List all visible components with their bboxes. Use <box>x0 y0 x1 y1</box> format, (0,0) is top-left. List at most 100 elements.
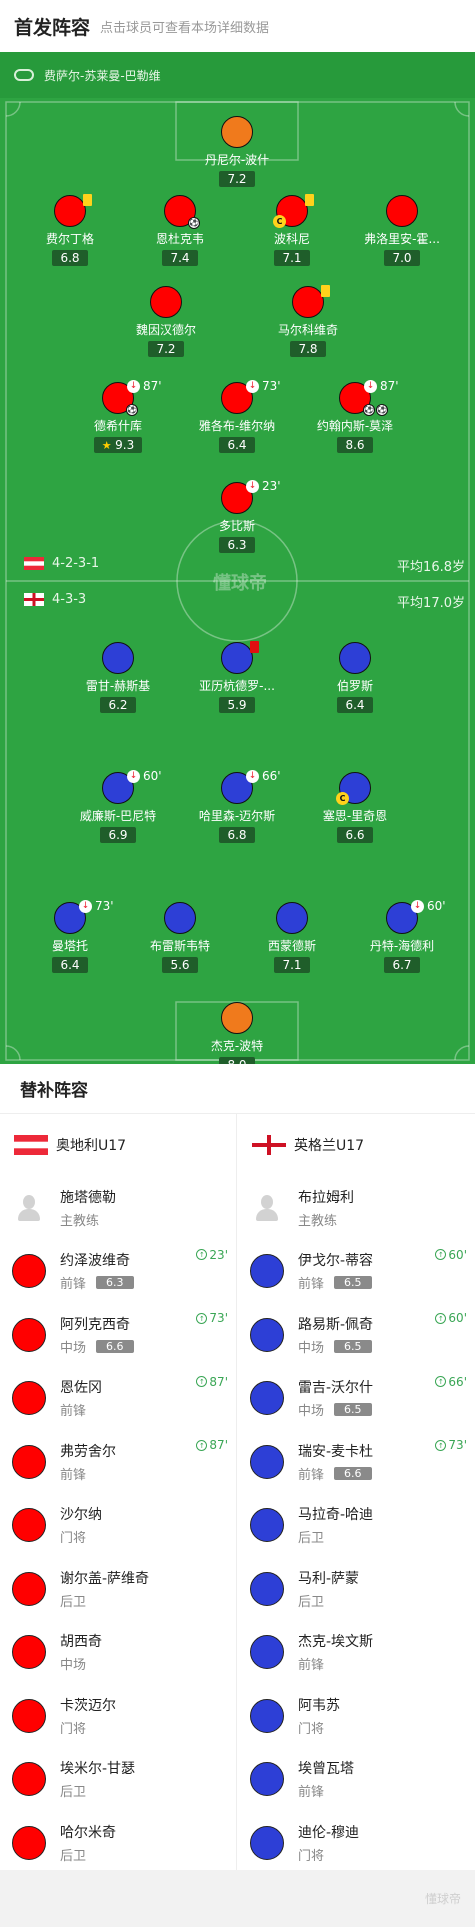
away-player[interactable]: ↓ 60' 威廉斯-巴尼特 6.9 <box>58 769 178 843</box>
player-jersey-dot <box>12 1254 46 1289</box>
coach-avatar-icon <box>12 1191 46 1225</box>
player-rating-value: 9.3 <box>115 438 135 452</box>
player-jersey-dot <box>250 1317 284 1352</box>
substitute-row[interactable]: 马利-萨蒙后卫 <box>238 1557 475 1621</box>
substitute-row[interactable]: 恩佐冈 前锋 ↑ 87' <box>0 1367 236 1431</box>
substitute-position: 门将 <box>298 1721 325 1737</box>
player-jersey-dot <box>276 902 308 934</box>
substitute-row[interactable]: 瑞安-麦卡杜 前锋 6.6 ↑ 73' <box>238 1430 475 1494</box>
substitute-row[interactable]: 迪伦-穆迪 门将 <box>238 1811 475 1875</box>
player-rating: ★ 9.3 <box>93 437 143 453</box>
home-player[interactable]: 弗洛里安-霍... 7.0 <box>342 195 462 266</box>
player-rating-value: 7.4 <box>170 251 190 265</box>
home-player[interactable]: 丹尼尔-波什 7.2 <box>177 116 297 187</box>
sub-out-minute: 73' <box>95 899 114 913</box>
player-jersey-dot: ↓ 60' <box>102 769 162 804</box>
player-rating: 6.8 <box>52 250 88 266</box>
home-player[interactable]: 费尔丁格 6.8 <box>10 194 130 266</box>
player-name: 恩杜克韦 <box>155 232 204 246</box>
home-formation-text: 4-2-3-1 <box>52 556 100 571</box>
center-watermark: 懂球帝 <box>213 573 267 594</box>
player-jersey-dot <box>12 1381 46 1416</box>
home-avg-age: 平均16.8岁 <box>397 560 465 575</box>
goal-ball-icon: ⚽ <box>376 404 388 416</box>
sub-in-minute: 60' <box>448 1247 467 1262</box>
away-player[interactable]: ↓ 66' 哈里森-迈尔斯 6.8 <box>177 769 297 843</box>
substitute-row[interactable]: 哈尔米奇 后卫 <box>0 1811 236 1875</box>
substitute-position-line: 门将 <box>60 1527 102 1546</box>
substitute-row[interactable]: 阿韦苏 门将 <box>238 1684 475 1748</box>
substitute-row[interactable]: 雷吉-沃尔什 中场 6.5 ↑ 66' <box>238 1367 475 1431</box>
substitute-position-line: 前锋 6.5 <box>298 1273 373 1292</box>
coach-role: 主教练 <box>298 1213 338 1229</box>
substitute-row[interactable]: 阿列克西奇 中场 6.6 ↑ 73' <box>0 1303 236 1367</box>
home-player[interactable]: ⚽ 恩杜克韦 7.4 <box>120 195 240 266</box>
player-rating: 8.0 <box>219 1057 255 1064</box>
referee-bar: 费萨尔-苏莱曼-巴勒维 <box>0 52 475 98</box>
away-player[interactable]: 雷甘-赫斯基 6.2 <box>58 642 178 713</box>
home-player[interactable]: ↓ 23' 多比斯 6.3 <box>177 479 297 553</box>
player-jersey-dot <box>102 642 134 674</box>
home-player[interactable]: 马尔科维奇 7.8 <box>248 285 368 357</box>
home-coach-row[interactable]: 施塔德勒 主教练 <box>0 1176 236 1240</box>
substitute-row[interactable]: 弗劳舍尔 前锋 ↑ 87' <box>0 1430 236 1494</box>
substitute-position: 前锋 <box>298 1785 325 1801</box>
away-player[interactable]: 杰克-波特 8.0 <box>177 1002 297 1064</box>
player-name: 伯罗斯 <box>336 679 373 693</box>
player-name: 亚历杭德罗-... <box>199 679 275 693</box>
away-player[interactable]: 西蒙德斯 7.1 <box>232 902 352 973</box>
sub-out-minute: 87' <box>143 379 162 393</box>
substitute-rating: 6.6 <box>334 1466 372 1480</box>
substitute-row[interactable]: 马拉奇-哈迪 后卫 <box>238 1494 475 1558</box>
sub-out-indicator: ↓ 23' <box>246 479 281 493</box>
player-name: 布雷斯韦特 <box>149 939 210 953</box>
red-card-icon <box>250 641 259 653</box>
away-coach-row[interactable]: 布拉姆利 主教练 <box>238 1176 475 1240</box>
substitute-name: 雷吉-沃尔什 <box>298 1380 374 1397</box>
player-name: 威廉斯-巴尼特 <box>79 809 157 823</box>
sub-out-arrow-icon: ↓ <box>127 379 140 393</box>
substitute-row[interactable]: 伊戈尔-蒂容 前锋 6.5 ↑ 60' <box>238 1240 475 1304</box>
substitutes-section: 替补阵容 奥地利U17 施塔德勒 主教练 约泽波维奇 前锋 6.3 ↑ 23' 阿列克西奇… <box>0 1064 475 1927</box>
substitute-row[interactable]: 卡茨迈尔 门将 <box>0 1684 236 1748</box>
substitute-row[interactable]: 杰克-埃文斯 前锋 <box>238 1621 475 1685</box>
player-rating: 7.4 <box>162 250 198 266</box>
substitute-name: 伊戈尔-蒂容 <box>298 1253 374 1270</box>
sub-out-indicator: ↓ 60' <box>411 899 446 913</box>
away-player[interactable]: 布雷斯韦特 5.6 <box>120 902 240 973</box>
away-player[interactable]: ↓ 60' 丹特-海德利 6.7 <box>342 899 462 973</box>
away-player[interactable]: 伯罗斯 6.4 <box>295 642 415 713</box>
substitute-name: 瑞安-麦卡杜 <box>298 1443 374 1460</box>
away-player[interactable]: C 塞思-里奇恩 6.6 <box>295 772 415 843</box>
player-jersey-dot <box>250 1635 284 1670</box>
home-player[interactable]: 魏因汉德尔 7.2 <box>106 286 226 357</box>
sub-out-indicator: ↓ 73' <box>246 379 281 393</box>
home-player[interactable]: ↓ 73' 雅各布-维尔纳 6.4 <box>177 379 297 453</box>
goal-ball-icon: ⚽ <box>188 217 200 229</box>
home-player[interactable]: ⚽ ↓ 87' 德希什库 ★ 9.3 <box>58 379 178 453</box>
substitute-position-line: 前锋 <box>60 1400 102 1419</box>
away-player[interactable]: ↓ 73' 曼塔托 6.4 <box>10 899 130 973</box>
player-jersey-dot: ↓ 73' <box>221 379 281 414</box>
substitute-position: 前锋 <box>60 1404 87 1420</box>
substitute-position-line: 前锋 6.3 <box>60 1273 134 1292</box>
substitute-row[interactable]: 约泽波维奇 前锋 6.3 ↑ 23' <box>0 1240 236 1304</box>
substitute-position: 后卫 <box>298 1594 325 1610</box>
substitute-name: 埃米尔-甘瑟 <box>60 1761 136 1778</box>
substitute-row[interactable]: 埃曾瓦塔 前锋 <box>238 1748 475 1812</box>
substitute-row[interactable]: 胡西奇 中场 <box>0 1621 236 1685</box>
coach-name: 施塔德勒 <box>60 1189 116 1206</box>
substitute-row[interactable]: 沙尔纳 门将 <box>0 1494 236 1558</box>
substitute-position-line: 后卫 <box>60 1591 149 1610</box>
substitute-row[interactable]: 埃米尔-甘瑟 后卫 <box>0 1748 236 1812</box>
substitute-position: 前锋 <box>60 1277 87 1293</box>
substitute-rating: 6.5 <box>334 1403 372 1417</box>
substitute-name: 谢尔盖-萨维奇 <box>60 1570 150 1587</box>
substitute-name: 沙尔纳 <box>60 1507 102 1524</box>
home-player[interactable]: ⚽ ⚽ ↓ 87' 约翰内斯-莫泽 8.6 <box>295 379 415 453</box>
substitute-row[interactable]: 谢尔盖-萨维奇 后卫 <box>0 1557 236 1621</box>
home-player[interactable]: C 波科尼 7.1 <box>232 194 352 266</box>
away-player[interactable]: 亚历杭德罗-... 5.9 <box>177 641 297 713</box>
substitute-name: 马利-萨蒙 <box>298 1570 360 1587</box>
substitute-row[interactable]: 路易斯-佩奇 中场 6.5 ↑ 60' <box>238 1303 475 1367</box>
